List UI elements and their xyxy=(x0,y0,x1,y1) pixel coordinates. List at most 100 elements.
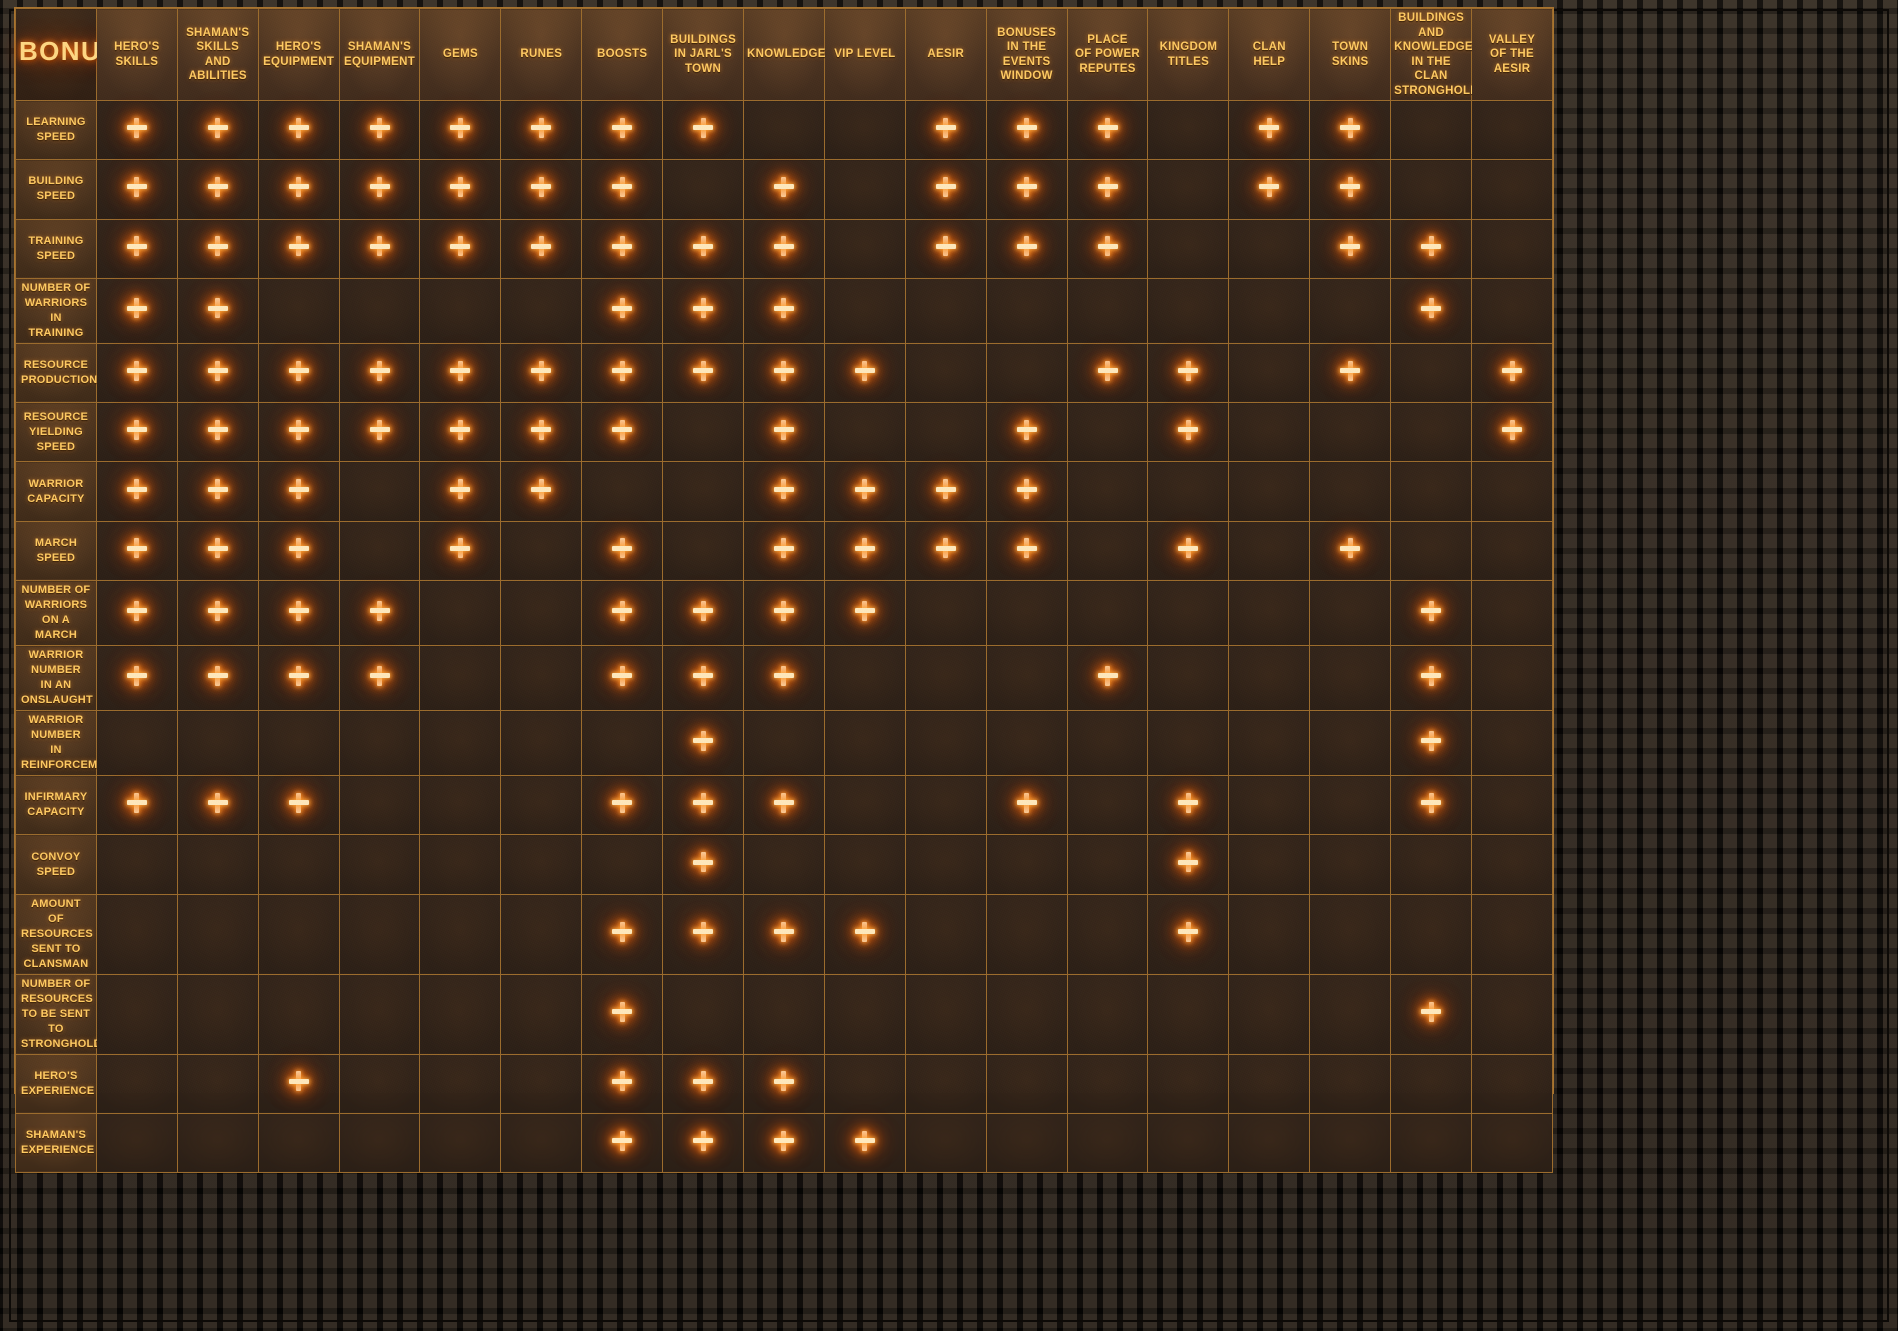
bonus-cell xyxy=(500,461,583,522)
plus-icon xyxy=(1421,236,1442,257)
bonus-cell xyxy=(904,342,987,404)
bonus-cell xyxy=(1147,580,1230,647)
bonus-cell xyxy=(1390,461,1473,522)
plus-icon xyxy=(773,236,794,257)
bonus-cell xyxy=(1309,159,1392,220)
plus-icon xyxy=(531,360,552,381)
bonus-cell xyxy=(823,645,906,712)
bonus-cell xyxy=(176,218,259,279)
plus-icon xyxy=(854,1130,875,1151)
bonus-cell xyxy=(823,461,906,522)
plus-icon xyxy=(773,419,794,440)
row-label: CONVOY SPEED xyxy=(15,834,97,895)
bonus-cell xyxy=(904,775,987,836)
bonus-cell xyxy=(743,342,825,404)
bonus-cell xyxy=(823,520,906,582)
bonus-cell xyxy=(1390,342,1473,404)
bonus-cell xyxy=(1228,218,1311,279)
bonus-cell xyxy=(1228,775,1311,836)
bonus-cell xyxy=(176,834,259,895)
bonus-cell xyxy=(419,893,502,975)
bonus-cell xyxy=(419,580,502,647)
bonus-cell xyxy=(257,775,340,836)
bonus-cell xyxy=(1309,461,1392,522)
plus-icon xyxy=(288,236,309,257)
bonus-cell xyxy=(419,218,502,279)
bonus-cell xyxy=(823,402,906,463)
plus-icon xyxy=(773,921,794,942)
column-header: HERO'S EQUIPMENT xyxy=(257,8,340,101)
plus-icon xyxy=(207,360,228,381)
table-body: LEARNING SPEED BUILDING SPEED TRAINING SPEED N… xyxy=(15,99,1553,1174)
bonus-cell xyxy=(419,342,502,404)
bonus-cell xyxy=(581,580,664,647)
bonus-cell xyxy=(1471,277,1553,344)
bonus-cell xyxy=(1309,402,1392,463)
bonus-cell xyxy=(1390,973,1473,1055)
plus-icon xyxy=(207,600,228,621)
bonus-cell xyxy=(823,99,906,161)
bonus-cell xyxy=(257,159,340,220)
bonus-cell xyxy=(662,402,745,463)
plus-icon xyxy=(207,479,228,500)
bonus-cell xyxy=(1309,218,1392,279)
bonus-cell xyxy=(338,1112,421,1174)
bonus-cell xyxy=(1147,218,1230,279)
bonus-cell xyxy=(581,461,664,522)
plus-icon xyxy=(450,117,471,138)
plus-icon xyxy=(693,730,714,751)
plus-icon xyxy=(1016,479,1037,500)
bonus-cell xyxy=(338,159,421,220)
plus-icon xyxy=(369,600,390,621)
bonus-cell xyxy=(1147,159,1230,220)
plus-icon xyxy=(612,538,633,559)
plus-icon xyxy=(773,600,794,621)
bonus-cell xyxy=(95,342,178,404)
plus-icon xyxy=(854,538,875,559)
plus-icon xyxy=(612,1130,633,1151)
plus-icon xyxy=(773,360,794,381)
bonus-cell xyxy=(500,1112,583,1174)
bonus-cell xyxy=(95,775,178,836)
bonus-cell xyxy=(1309,775,1392,836)
bonus-cell xyxy=(1390,645,1473,712)
bonus-cell xyxy=(743,218,825,279)
bonus-cell xyxy=(662,520,745,582)
plus-icon xyxy=(1502,360,1523,381)
bonus-cell xyxy=(176,159,259,220)
plus-icon xyxy=(693,600,714,621)
bonus-cell xyxy=(743,973,825,1055)
bonus-cell xyxy=(1147,520,1230,582)
window-frame: BONUSES HERO'S SKILLS SHAMAN'S SKILLS AND AB… xyxy=(0,0,1898,1331)
plus-icon xyxy=(126,419,147,440)
bonus-cell xyxy=(581,893,664,975)
column-header: GEMS xyxy=(419,8,502,101)
bonus-cell xyxy=(338,893,421,975)
plus-icon xyxy=(1421,792,1442,813)
table-row: RESOURCE PRODUCTION xyxy=(15,342,1553,404)
bonus-cell xyxy=(1066,277,1149,344)
bonus-cell xyxy=(95,461,178,522)
bonus-cell xyxy=(95,159,178,220)
bonus-cell xyxy=(95,1053,178,1114)
plus-icon xyxy=(288,117,309,138)
bonus-cell xyxy=(1309,893,1392,975)
bonus-cell xyxy=(338,834,421,895)
bonus-cell xyxy=(1390,1112,1473,1174)
bonus-cell xyxy=(904,99,987,161)
bonus-cell xyxy=(985,277,1068,344)
plus-icon xyxy=(1421,600,1442,621)
bonus-cell xyxy=(1066,461,1149,522)
column-header: PLACE OF POWER REPUTES xyxy=(1066,8,1149,101)
bonus-cell xyxy=(1228,342,1311,404)
plus-icon xyxy=(531,419,552,440)
bonus-cell xyxy=(1228,580,1311,647)
bonus-cell xyxy=(338,973,421,1055)
plus-icon xyxy=(773,176,794,197)
plus-icon xyxy=(369,419,390,440)
bonus-cell xyxy=(1147,277,1230,344)
column-header: HERO'S SKILLS xyxy=(95,8,178,101)
plus-icon xyxy=(531,479,552,500)
bonus-cell xyxy=(338,520,421,582)
bonus-cell xyxy=(985,775,1068,836)
